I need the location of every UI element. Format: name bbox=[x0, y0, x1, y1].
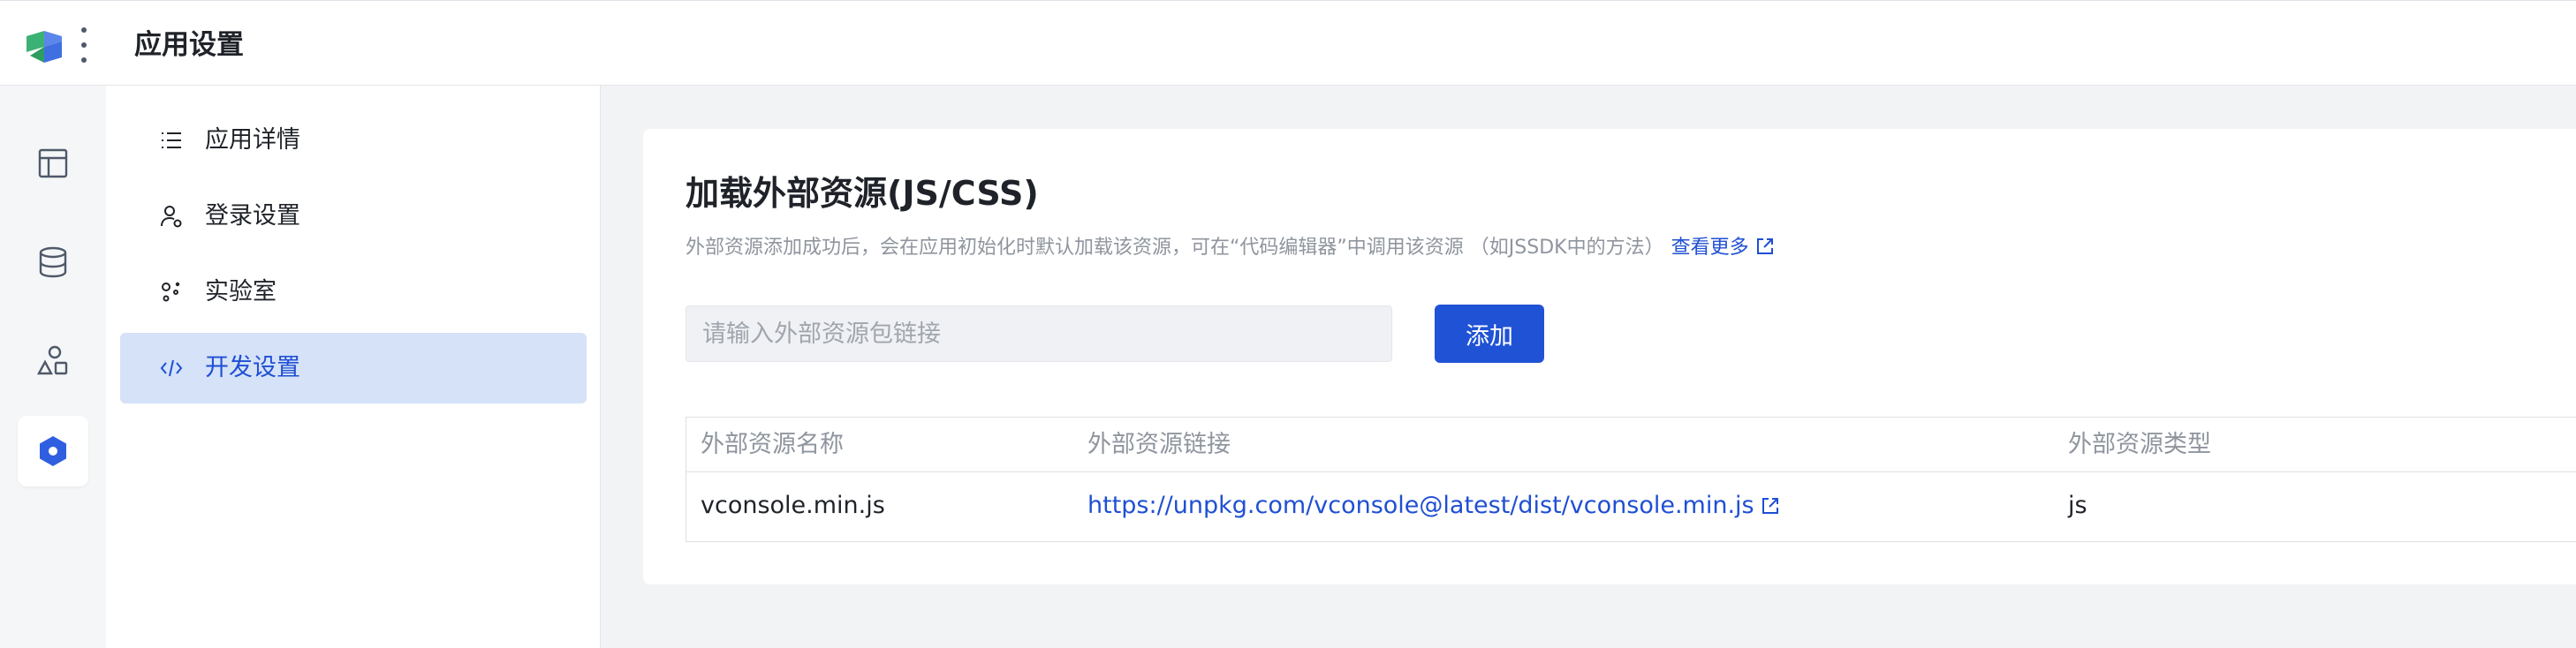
page-title: 应用设置 bbox=[134, 29, 244, 61]
resource-type-cell: js bbox=[2068, 492, 2087, 519]
table-header: 外部资源名称 外部资源链接 外部资源类型 bbox=[686, 418, 2576, 472]
external-link-icon bbox=[1762, 498, 1778, 514]
rail-item-components[interactable] bbox=[18, 326, 88, 396]
view-more-label: 查看更多 bbox=[1671, 237, 1749, 259]
view-more-link[interactable]: 查看更多 bbox=[1671, 237, 1776, 259]
nav-item-label: 登录设置 bbox=[205, 202, 300, 230]
resources-table: 外部资源名称 外部资源链接 外部资源类型 vconsole.min.js htt… bbox=[686, 417, 2576, 542]
table-row: vconsole.min.js https://unpkg.com/vconso… bbox=[686, 472, 2576, 541]
rail-item-data[interactable] bbox=[18, 227, 88, 298]
settings-hex-icon bbox=[40, 436, 66, 466]
external-resources-card: 加载外部资源(JS/CSS) 外部资源添加成功后，会在应用初始化时默认加载该资源… bbox=[643, 129, 2576, 584]
resource-url-input[interactable] bbox=[686, 305, 1392, 362]
app-window: 应用设置 应用详情 登录设置 实验室 开发设置 加载外部资源(JS/CSS) 外… bbox=[0, 0, 2576, 648]
database-icon bbox=[39, 246, 67, 278]
description-text: 外部资源添加成功后，会在应用初始化时默认加载该资源，可在“代码编辑器”中调用该资… bbox=[686, 237, 1664, 259]
more-menu-icon[interactable] bbox=[80, 27, 88, 63]
resource-url-link[interactable]: https://unpkg.com/vconsole@latest/dist/v… bbox=[1087, 490, 1781, 522]
section-description: 外部资源添加成功后，会在应用初始化时默认加载该资源，可在“代码编辑器”中调用该资… bbox=[686, 235, 1776, 261]
resource-name-cell: vconsole.min.js bbox=[701, 492, 885, 519]
nav-item-app-details[interactable]: 应用详情 bbox=[120, 105, 587, 176]
lab-icon bbox=[162, 282, 180, 302]
nav-item-label: 实验室 bbox=[205, 278, 277, 305]
list-icon bbox=[162, 132, 181, 148]
nav-item-lab[interactable]: 实验室 bbox=[120, 257, 587, 328]
column-header-type: 外部资源类型 bbox=[2068, 431, 2211, 458]
column-header-name: 外部资源名称 bbox=[701, 431, 844, 458]
section-title: 加载外部资源(JS/CSS) bbox=[686, 174, 1039, 213]
rail-item-layout[interactable] bbox=[18, 128, 88, 199]
code-icon bbox=[160, 359, 183, 377]
settings-nav: 应用详情 登录设置 实验室 开发设置 bbox=[106, 86, 601, 648]
components-icon bbox=[36, 345, 68, 375]
column-header-url: 外部资源链接 bbox=[1087, 431, 1231, 458]
app-logo-icon[interactable] bbox=[23, 29, 65, 64]
rail-item-settings[interactable] bbox=[18, 416, 88, 486]
nav-item-label: 应用详情 bbox=[205, 126, 300, 154]
resource-url-text: https://unpkg.com/vconsole@latest/dist/v… bbox=[1087, 492, 1754, 519]
left-rail bbox=[0, 86, 106, 648]
nav-item-label: 开发设置 bbox=[205, 354, 300, 381]
layout-icon bbox=[38, 148, 68, 178]
user-settings-icon bbox=[161, 206, 182, 228]
add-button[interactable]: 添加 bbox=[1435, 305, 1544, 363]
nav-item-dev-settings[interactable]: 开发设置 bbox=[120, 333, 587, 403]
top-header: 应用设置 bbox=[0, 0, 2576, 86]
external-link-icon bbox=[1756, 238, 1773, 254]
nav-item-login-settings[interactable]: 登录设置 bbox=[120, 181, 587, 252]
